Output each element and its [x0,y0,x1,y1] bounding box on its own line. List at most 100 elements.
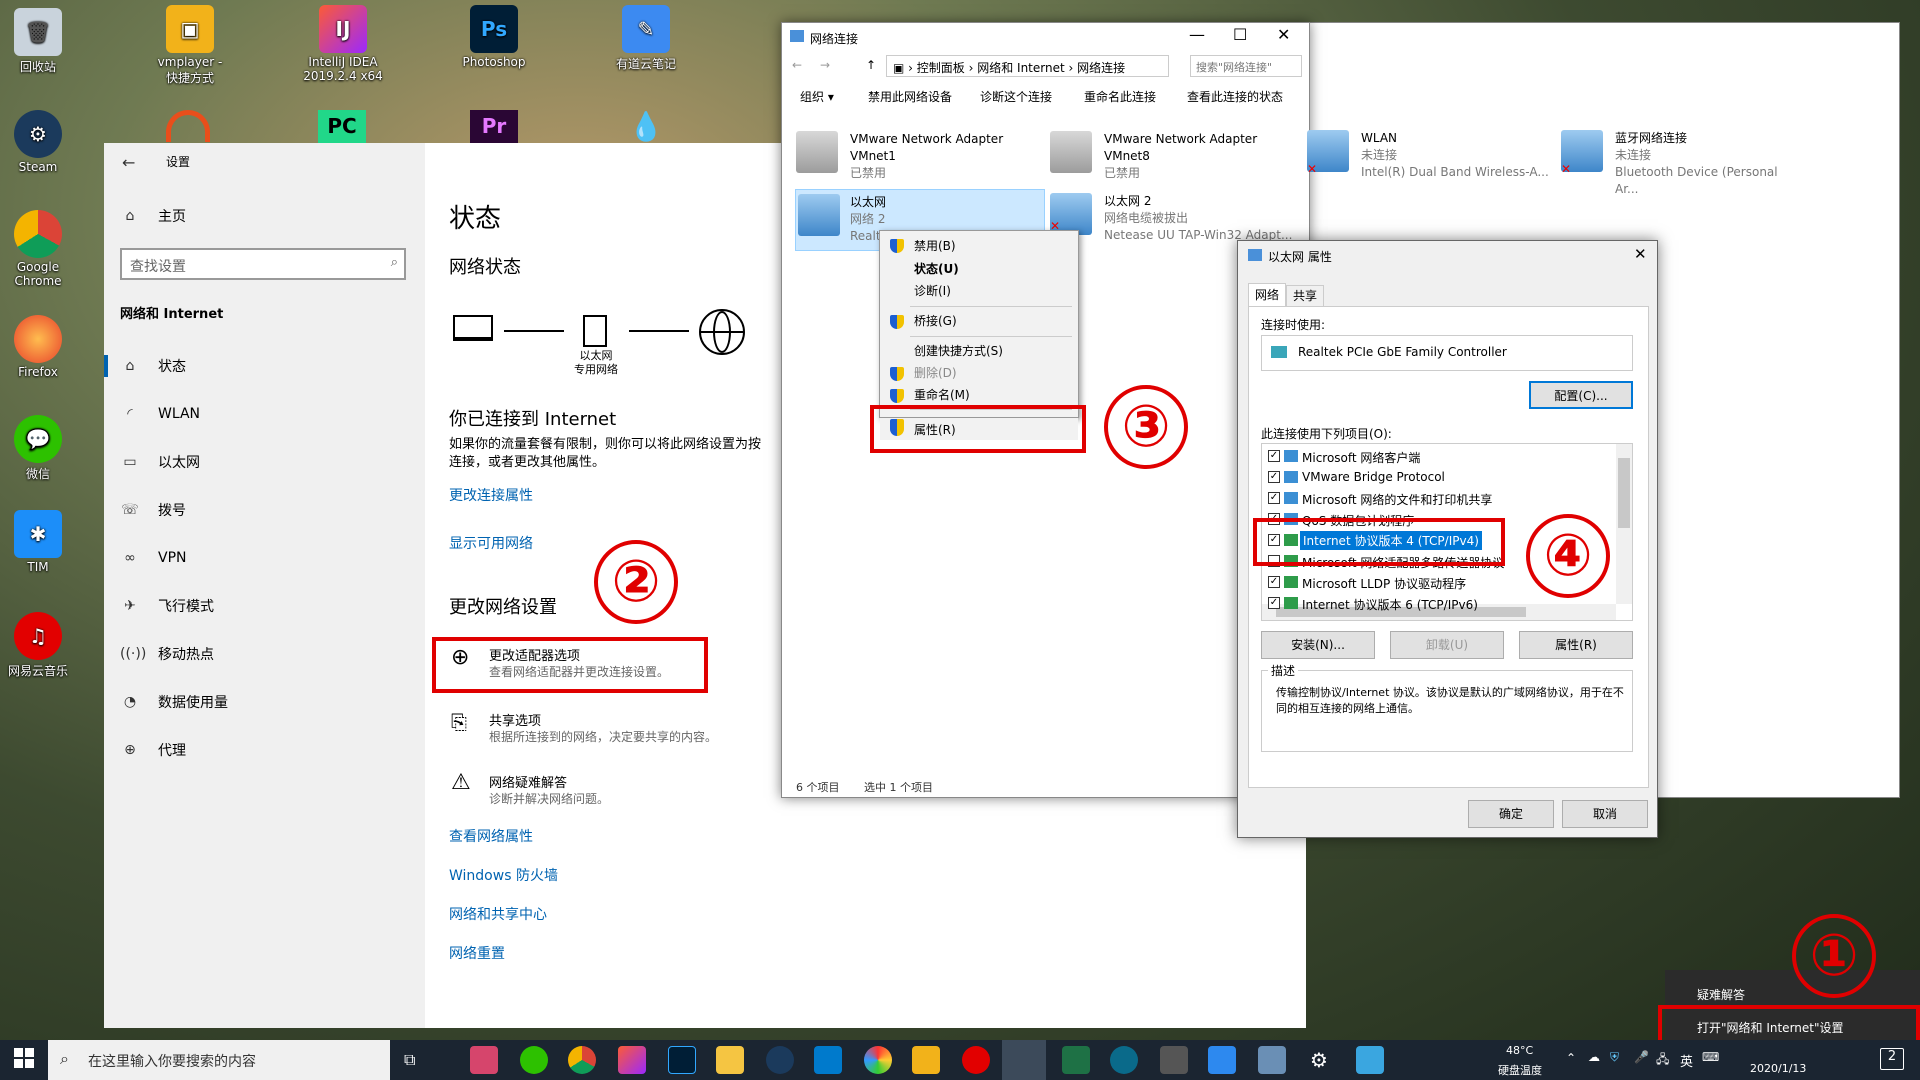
taskbar-app-network[interactable] [1258,1046,1286,1074]
menu-rename[interactable]: 重命名(M) [914,385,970,405]
menu-delete[interactable]: 删除(D) [914,363,957,383]
menu-disable[interactable]: 禁用(B) [914,236,956,256]
nav-proxy[interactable]: ⊕ 代理 [104,727,425,773]
clock-date[interactable]: 2020/1/13 [1750,1062,1806,1075]
up-icon[interactable]: ↑ [866,58,876,72]
checkbox-checked[interactable]: ✓ [1268,450,1280,462]
taskbar-app-photoshop[interactable] [668,1046,696,1074]
back-arrow-icon[interactable]: ← [122,153,135,172]
troubleshoot-menu-item[interactable]: 疑难解答 [1697,986,1745,1003]
dialog-close-button[interactable]: ✕ [1634,245,1647,263]
network-reset-link[interactable]: 网络重置 [449,943,505,963]
list-item[interactable]: ✓ Microsoft 网络的文件和打印机共享 [1262,488,1612,508]
taskbar-app-active[interactable] [1002,1040,1046,1080]
windows-firewall-link[interactable]: Windows 防火墙 [449,865,558,885]
taskbar-app-explorer[interactable] [716,1046,744,1074]
cancel-button[interactable]: 取消 [1562,800,1648,828]
settings-search-input[interactable]: 查找设置 ⌕ [120,248,406,280]
checkbox-checked[interactable]: ✓ [1268,576,1280,588]
netwin-search-input[interactable]: 搜索"网络连接" [1190,55,1302,77]
desktop-icon-firefox[interactable]: Firefox [0,315,78,379]
checkbox-checked[interactable]: ✓ [1268,471,1280,483]
desktop-icon-wechat[interactable]: 💬 微信 [0,415,78,482]
nav-airplane[interactable]: ✈ 飞行模式 [104,583,425,629]
network-tray-icon[interactable]: 🖧 [1656,1050,1669,1071]
menu-diagnose[interactable]: 诊断(I) [914,281,951,301]
task-view-icon[interactable]: ⧉ [404,1050,415,1070]
taskbar-app-intellij[interactable] [618,1046,646,1074]
tab-network[interactable]: 网络 [1248,283,1286,307]
nav-vpn[interactable]: ∞ VPN [104,535,425,581]
change-connection-properties-link[interactable]: 更改连接属性 [449,485,533,505]
taskbar-app-vmplayer[interactable] [912,1046,940,1074]
notification-center-icon[interactable]: 2 [1880,1048,1904,1070]
nav-status[interactable]: ⌂ 状态 [104,343,425,389]
desktop-icon-recycle-bin[interactable]: 🗑 回收站 [0,8,78,75]
desktop-icon-chrome[interactable]: Google Chrome [0,210,78,288]
nav-data-usage[interactable]: ◔ 数据使用量 [104,679,425,725]
rename-button[interactable]: 重命名此连接 [1084,88,1156,105]
menu-status[interactable]: 状态(U) [914,259,959,279]
desktop-icon-app-partial[interactable] [166,110,210,142]
nav-hotspot[interactable]: ((·)) 移动热点 [104,631,425,677]
forward-icon[interactable]: → [820,58,830,72]
minimize-button[interactable]: — [1189,25,1205,44]
list-scrollbar[interactable] [1616,444,1632,604]
taskbar-app-audio[interactable] [470,1046,498,1074]
desktop-icon-water-partial[interactable]: 💧 [622,110,670,143]
taskbar-settings-gear-icon[interactable]: ⚙ [1310,1048,1328,1072]
close-button[interactable]: ✕ [1277,25,1290,44]
shield-tray-icon[interactable]: ⛨ [1610,1050,1619,1065]
show-available-networks-link[interactable]: 显示可用网络 [449,533,533,553]
taskbar-app-excel[interactable] [1062,1046,1090,1074]
input-method-indicator[interactable]: 英 [1680,1051,1693,1070]
nav-ethernet[interactable]: ▭ 以太网 [104,439,425,485]
adapter-vmnet8[interactable]: VMware Network Adapter VMnet8 已禁用 [1050,127,1296,185]
desktop-icon-youdao[interactable]: ✎ 有道云笔记 [606,5,686,72]
taskbar-app-netease[interactable] [962,1046,990,1074]
ok-button[interactable]: 确定 [1468,800,1554,828]
taskbar-app-steam[interactable] [766,1046,794,1074]
nav-home[interactable]: ⌂ 主页 [104,193,425,239]
configure-button[interactable]: 配置(C)... [1529,381,1633,409]
checkbox-checked[interactable]: ✓ [1268,597,1280,609]
taskbar-app-vscode[interactable] [814,1046,842,1074]
list-item[interactable]: ✓ VMware Bridge Protocol [1262,467,1612,487]
nav-wlan[interactable]: ◜ WLAN [104,391,425,437]
tab-sharing[interactable]: 共享 [1286,285,1324,307]
adapter-vmnet1[interactable]: VMware Network Adapter VMnet1 已禁用 [796,127,1042,185]
diagnose-button[interactable]: 诊断这个连接 [980,88,1052,105]
desktop-icon-photoshop[interactable]: Ps Photoshop [454,5,534,69]
sharing-options[interactable]: ⎘ 共享选项 根据所连接到的网络，决定要共享的内容。 [449,708,769,748]
desktop-icon-netease-music[interactable]: ♫ 网易云音乐 [0,612,78,679]
menu-create-shortcut[interactable]: 创建快捷方式(S) [914,341,1003,361]
view-status-button[interactable]: 查看此连接的状态 [1187,88,1307,105]
checkbox-checked[interactable]: ✓ [1268,492,1280,504]
view-network-properties-link[interactable]: 查看网络属性 [449,826,533,846]
list-item[interactable]: ✓ Microsoft 网络客户端 [1262,446,1612,466]
disable-device-button[interactable]: 禁用此网络设备 [868,88,952,105]
uninstall-button[interactable]: 卸载(U) [1390,631,1504,659]
address-bar[interactable]: ▣ › 控制面板 › 网络和 Internet › 网络连接 [886,55,1169,77]
cloud-icon[interactable]: ☁ [1588,1050,1600,1064]
desktop-icon-intellij[interactable]: IJ IntelliJ IDEA 2019.2.4 x64 [302,5,384,83]
adapter-wlan[interactable]: ✕ WLAN 未连接 Intel(R) Dual Band Wireless-A..… [1307,126,1553,184]
windows-start-icon[interactable] [14,1048,34,1068]
taskbar-search-box[interactable]: ⌕ 在这里输入你要搜索的内容 [48,1040,390,1080]
back-icon[interactable]: ← [792,58,802,72]
maximize-button[interactable]: ☐ [1233,25,1247,44]
properties-button[interactable]: 属性(R) [1519,631,1633,659]
taskbar-app-ring[interactable] [1110,1046,1138,1074]
nav-dialup[interactable]: ☏ 拨号 [104,487,425,533]
menu-bridge[interactable]: 桥接(G) [914,311,957,331]
microphone-icon[interactable]: 🎤 [1634,1050,1649,1064]
desktop-icon-vmplayer[interactable]: ▣ vmplayer - 快捷方式 [150,5,230,86]
keyboard-icon[interactable]: ⌨ [1702,1050,1719,1064]
organize-menu[interactable]: 组织 ▾ [800,88,834,105]
taskbar-app-wechat[interactable] [520,1046,548,1074]
taskbar-app-paint[interactable] [1208,1046,1236,1074]
desktop-icon-premiere-partial[interactable]: Pr [470,110,518,143]
install-button[interactable]: 安装(N)... [1261,631,1375,659]
desktop-icon-tim[interactable]: ✱ TIM [0,510,78,574]
taskbar-app-color[interactable] [864,1046,892,1074]
